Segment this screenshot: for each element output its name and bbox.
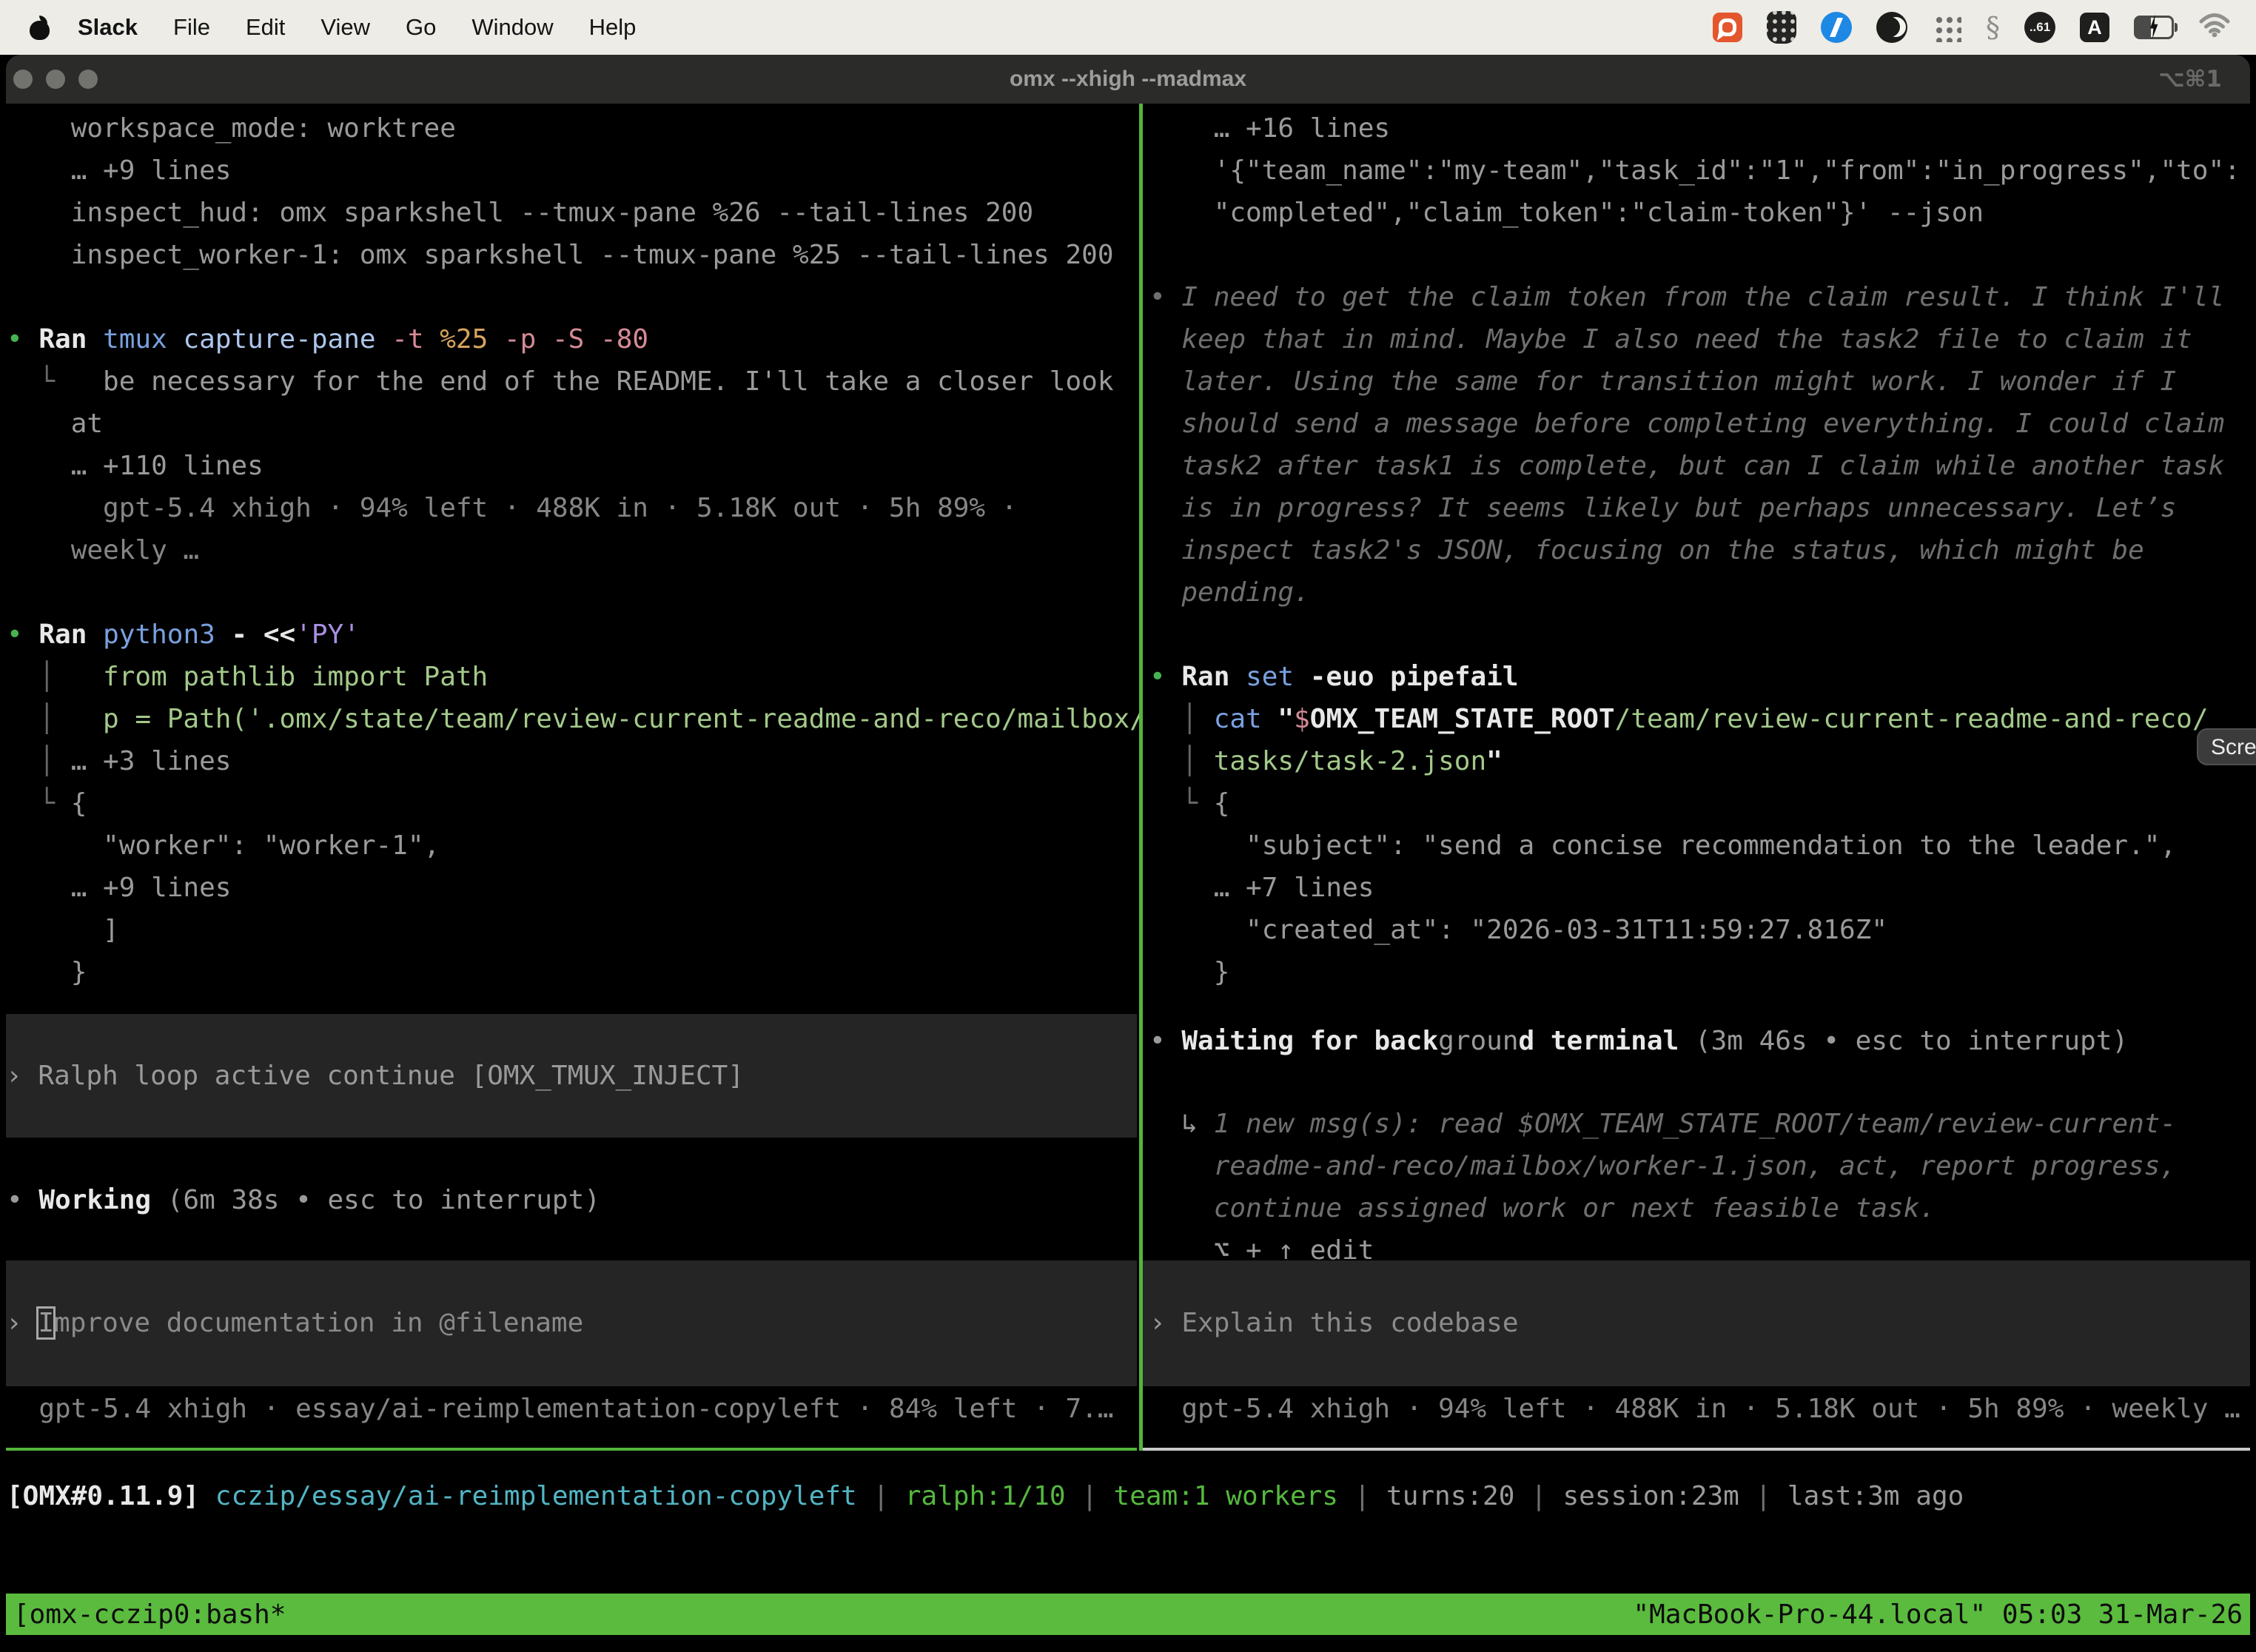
tmux-session-name: [omx-cczip0:bash* [13,1594,286,1636]
menu-item-window[interactable]: Window [454,14,571,41]
input-source-icon[interactable]: A [2080,13,2109,42]
dots-grid-icon[interactable] [1932,13,1961,42]
omx-status-line: [OMX#0.11.9] cczip/essay/ai-reimplementa… [7,1475,1964,1517]
menu-item-go[interactable]: Go [388,14,454,41]
mailbox-notice: ↳ 1 new msg(s): read $OMX_TEAM_STATE_ROO… [1149,1103,2176,1272]
model-status-line-right: gpt-5.4 xhigh · 94% left · 488K in · 5.1… [1149,1388,2240,1430]
terminal-window: omx --xhigh --madmax ⌥⌘1 workspace_mode:… [6,55,2250,1652]
prompt-input-right-text: › Explain this codebase [1143,1260,2250,1344]
title-bar[interactable]: omx --xhigh --madmax ⌥⌘1 [6,55,2250,104]
waiting-status-line: • Waiting for background terminal (3m 46… [1149,1020,2128,1062]
battery-charging-icon[interactable] [2134,16,2174,39]
prompt-input-left[interactable]: › Improve documentation in @filename [6,1260,1137,1386]
working-status-line: • Working (6m 38s • esc to interrupt) [7,1179,600,1221]
tmux-pane-hud[interactable]: workspace_mode: worktree … +9 lines insp… [6,104,1139,1451]
menu-bar: Slack File Edit View Go Window Help § ..… [0,0,2256,55]
battery-bolt-icon [2148,15,2160,38]
ralph-loop-message: › Ralph loop active continue [OMX_TMUX_I… [6,1014,1137,1097]
menu-bar-status-icons: § ..61 A [1713,11,2231,44]
tmux-status-bar[interactable]: [omx-cczip0:bash* "MacBook-Pro-44.local"… [6,1594,2250,1635]
menu-app-name[interactable]: Slack [60,14,155,41]
menu-item-view[interactable]: View [303,14,388,41]
prompt-input-right[interactable]: › Explain this codebase [1143,1260,2250,1386]
screen-share-chip[interactable]: Scre [2197,728,2256,765]
passwords-grid-icon[interactable] [1767,11,1796,44]
inject-queue-banner: › Ralph loop active continue [OMX_TMUX_I… [6,1014,1137,1138]
pane-border-right [1143,1448,2250,1451]
window-shortcut-hint: ⌥⌘1 [2158,55,2222,104]
tmux-pane-worker[interactable]: … +16 lines '{"team_name":"my-team","tas… [1143,104,2250,1451]
tmux-host-clock: "MacBook-Pro-44.local" 05:03 31-Mar-26 [1633,1594,2243,1636]
prompt-input-left-text: › Improve documentation in @filename [6,1260,1137,1344]
model-status-line-left: gpt-5.4 xhigh · essay/ai-reimplementatio… [7,1388,1114,1430]
worker-transcript: … +16 lines '{"team_name":"my-team","tas… [1149,107,2250,993]
moon-crescent-icon[interactable] [1876,12,1907,43]
apple-menu-icon[interactable] [30,16,50,40]
tmux-terminal: workspace_mode: worktree … +9 lines insp… [6,104,2250,1652]
pane-border-left [6,1448,1137,1451]
wifi-icon[interactable] [2198,12,2231,43]
recording-indicator-icon[interactable] [1713,13,1742,42]
messenger-bolt-icon[interactable] [1821,12,1852,43]
menu-item-file[interactable]: File [155,14,228,41]
badge-61-icon[interactable]: ..61 [2024,12,2055,43]
menu-item-edit[interactable]: Edit [228,14,303,41]
hud-transcript: workspace_mode: worktree … +9 lines insp… [7,107,1139,993]
window-title: omx --xhigh --madmax [6,55,2250,104]
menu-bar-left: Slack File Edit View Go Window Help [21,14,654,41]
menu-item-help[interactable]: Help [571,14,654,41]
ghostty-icon[interactable]: § [1986,13,2000,42]
